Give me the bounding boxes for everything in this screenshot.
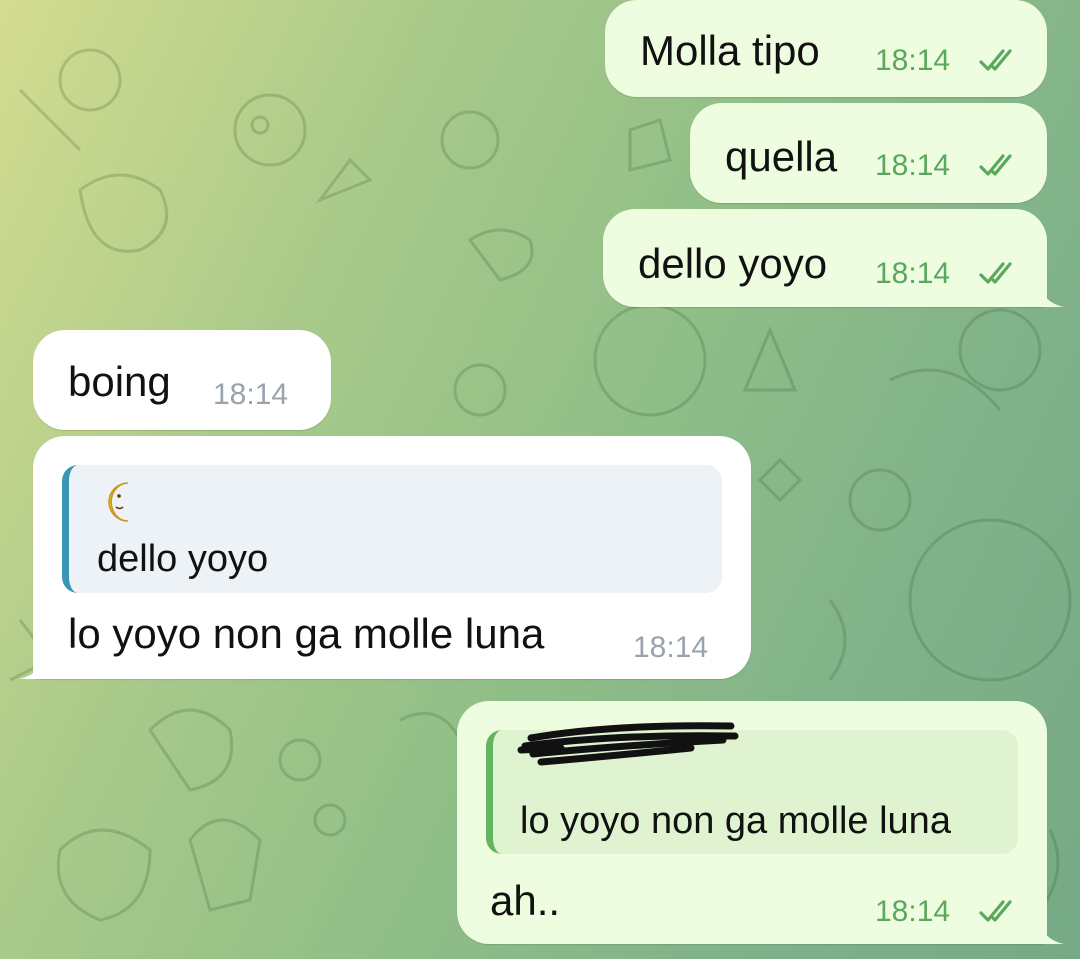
incoming-message-bubble[interactable]: boing 18:14 [33, 330, 331, 430]
double-check-icon [979, 49, 1012, 71]
crescent-moon-emoji [108, 482, 129, 522]
outgoing-message-bubble[interactable]: Molla tipo 18:14 [605, 0, 1047, 97]
double-check-icon [979, 262, 1012, 284]
outgoing-message-bubble[interactable]: lo yoyo non ga molle luna ah.. 18:14 [457, 701, 1047, 944]
message-text: boing [68, 358, 171, 405]
bubble-tail [1040, 922, 1064, 944]
bubble-tail [19, 657, 43, 679]
quoted-reply[interactable]: dello yoyo [62, 465, 722, 593]
outgoing-message-bubble[interactable]: dello yoyo 18:14 [603, 209, 1047, 307]
quoted-reply[interactable]: lo yoyo non ga molle luna [486, 722, 1018, 854]
bubble-tail [1040, 285, 1064, 307]
outgoing-message-bubble[interactable]: quella 18:14 [690, 103, 1047, 203]
message-text: Molla tipo [640, 27, 820, 74]
quoted-text: dello yoyo [97, 538, 269, 580]
message-time: 18:14 [875, 257, 951, 290]
message-time: 18:14 [875, 44, 951, 77]
quoted-text: lo yoyo non ga molle luna [520, 800, 951, 842]
double-check-icon [979, 900, 1012, 922]
message-text: quella [725, 133, 838, 180]
message-text: lo yoyo non ga molle luna [68, 610, 545, 657]
redacted-sender-name [517, 722, 739, 766]
message-time: 18:14 [875, 149, 951, 182]
message-text: dello yoyo [638, 240, 828, 287]
message-time: 18:14 [875, 895, 951, 928]
message-time: 18:14 [213, 378, 289, 411]
message-time: 18:14 [633, 631, 709, 664]
message-text: ah.. [490, 877, 561, 924]
double-check-icon [979, 154, 1012, 176]
incoming-message-bubble[interactable]: dello yoyo lo yoyo non ga molle luna 18:… [33, 436, 751, 679]
